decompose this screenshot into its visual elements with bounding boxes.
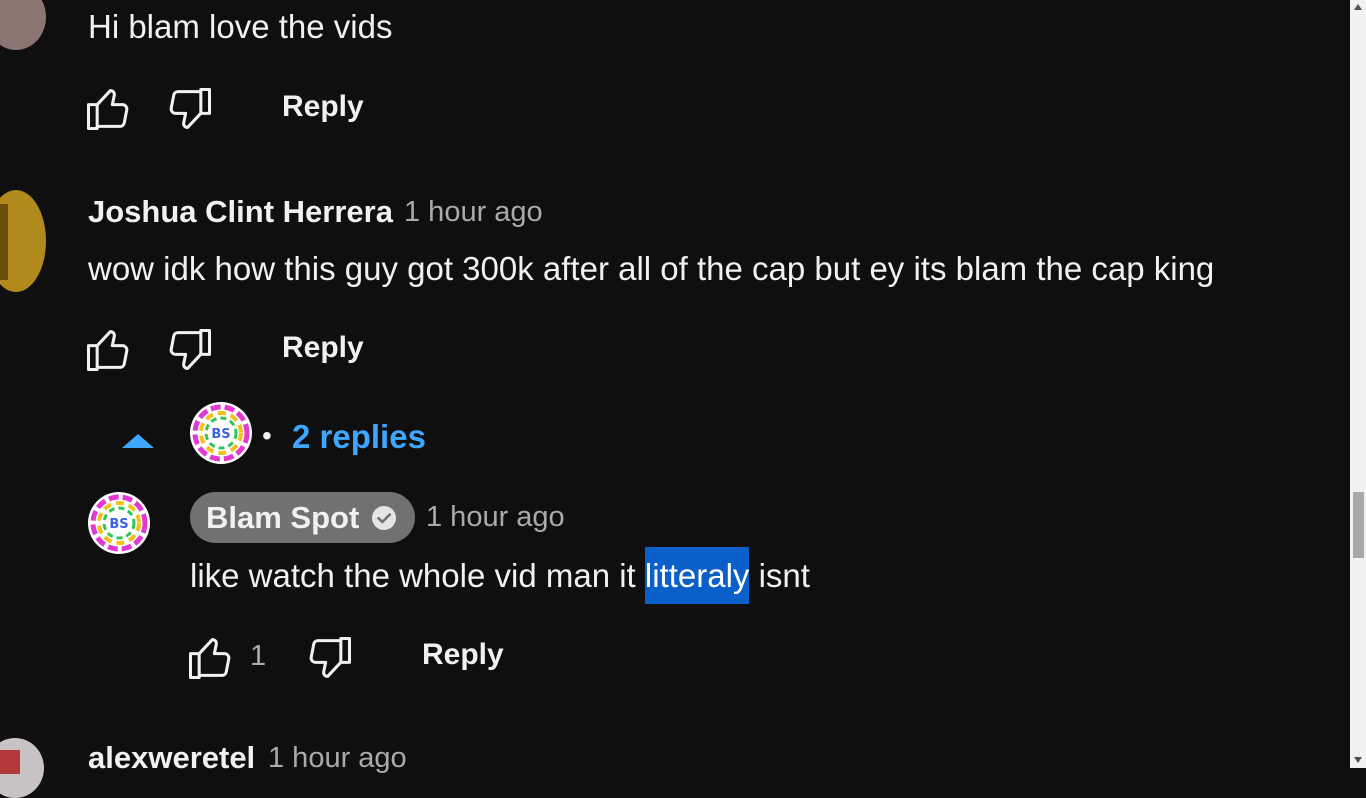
reply-text: like watch the whole vid man it litteral…: [190, 547, 810, 604]
page-scrollbar[interactable]: [1350, 0, 1366, 768]
comment-author[interactable]: alexweretel: [88, 740, 255, 776]
comment-text: Hi blam love the vids: [88, 8, 393, 45]
author-badge[interactable]: Blam Spot: [190, 492, 416, 543]
thumbs-up-icon: [188, 638, 231, 680]
comment-avatar[interactable]: [0, 0, 46, 50]
comment-author[interactable]: Joshua Clint Herrera: [88, 194, 393, 230]
reply-author-avatar: BS: [190, 402, 252, 464]
comment-timestamp[interactable]: 1 hour ago: [268, 742, 407, 775]
like-count: 1: [250, 640, 267, 672]
like-button[interactable]: [184, 632, 236, 684]
reply-author: Blam Spot: [206, 499, 360, 535]
reply-avatar[interactable]: BS: [88, 492, 150, 554]
dislike-button[interactable]: [164, 83, 216, 135]
reply-avatar-text: BS: [109, 517, 128, 532]
reply-text-after: isnt: [749, 557, 810, 594]
reply-button[interactable]: Reply: [282, 331, 364, 365]
dislike-button[interactable]: [164, 324, 216, 376]
scroll-down-arrow-icon[interactable]: [1354, 757, 1362, 763]
reply-timestamp[interactable]: 1 hour ago: [426, 501, 565, 534]
reply-button[interactable]: Reply: [282, 90, 364, 124]
thumbs-up-icon: [86, 89, 129, 131]
like-button[interactable]: [82, 83, 134, 135]
scrollbar-thumb[interactable]: [1353, 492, 1364, 558]
dislike-button[interactable]: [304, 632, 356, 684]
reply-button[interactable]: Reply: [422, 638, 504, 672]
thumbs-down-icon: [169, 328, 212, 370]
scroll-up-arrow-icon[interactable]: [1354, 4, 1362, 10]
thumbs-down-icon: [309, 636, 352, 678]
hide-replies-button[interactable]: BS • 2 replies: [118, 400, 438, 470]
chevron-up-icon: [122, 434, 154, 448]
comment-timestamp[interactable]: 1 hour ago: [404, 196, 543, 229]
like-button[interactable]: [82, 324, 134, 376]
selected-text: litteraly: [644, 547, 750, 604]
thumbs-down-icon: [169, 87, 212, 129]
replies-count-label: 2 replies: [292, 418, 426, 455]
comment-text: wow idk how this guy got 300k after all …: [88, 250, 1215, 287]
comment-avatar[interactable]: [0, 190, 46, 292]
reply-text-before: like watch the whole vid man it: [190, 557, 645, 594]
verified-check-icon: [372, 505, 397, 530]
comment-avatar[interactable]: [0, 738, 44, 798]
thumbs-up-icon: [86, 330, 129, 372]
reply-avatar-text: BS: [211, 427, 230, 442]
replies-separator: •: [262, 420, 272, 451]
